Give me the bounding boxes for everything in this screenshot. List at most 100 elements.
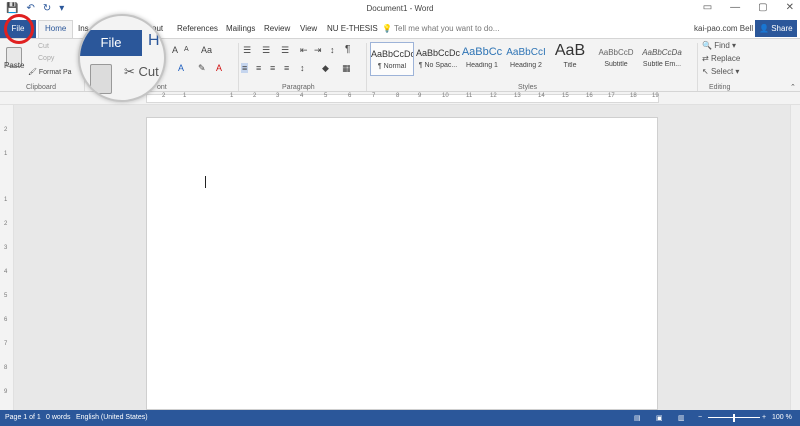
zoom-slider-handle[interactable] [733, 414, 735, 422]
ruler-number: 4 [4, 269, 8, 275]
clipboard-group-label: Clipboard [26, 84, 56, 91]
tell-me-box[interactable]: 💡 Tell me what you want to do... [382, 24, 499, 33]
style-name: ¶ Normal [377, 63, 407, 70]
ribbon-options-icon[interactable]: ▭ [703, 2, 712, 13]
ruler-number: 16 [586, 93, 593, 99]
select-button[interactable]: ↖ Select ▾ [702, 67, 739, 76]
highlight-icon[interactable]: ✎ [198, 63, 206, 74]
divider [238, 43, 239, 91]
style-heading-2[interactable]: AaBbCcI Heading 2 [504, 42, 548, 76]
shrink-font-button[interactable]: A [184, 46, 189, 53]
tab-view[interactable]: View [300, 24, 317, 33]
find-button[interactable]: 🔍 Find ▾ [702, 41, 736, 50]
style-subtitle[interactable]: AaBbCcD Subtitle [594, 42, 638, 76]
style-name: ¶ No Spac... [418, 62, 458, 69]
ruler-number: 8 [4, 365, 8, 371]
style-normal[interactable]: AaBbCcDc ¶ Normal [370, 42, 414, 76]
ruler-number: 14 [538, 93, 545, 99]
ruler-number: 6 [348, 93, 352, 99]
grow-font-button[interactable]: A [172, 45, 178, 55]
justify-icon[interactable]: ≡ [284, 63, 289, 73]
align-left-icon[interactable]: ≡ [241, 63, 249, 73]
print-layout-icon[interactable]: ▣ [656, 414, 663, 422]
style-heading-1[interactable]: AaBbCc Heading 1 [460, 42, 504, 76]
replace-button[interactable]: ⇄ Replace [702, 54, 740, 63]
maximize-icon[interactable]: ▢ [758, 2, 767, 13]
sort-icon[interactable]: ↕ [330, 45, 335, 55]
minimize-icon[interactable]: — [730, 2, 740, 13]
zoom-in-button[interactable]: + [762, 414, 766, 421]
align-center-icon[interactable]: ≡ [256, 63, 261, 73]
cursor-icon: ↖ [702, 67, 709, 76]
replace-icon: ⇄ [702, 54, 709, 63]
style-no-spacing[interactable]: AaBbCcDc ¶ No Spac... [416, 42, 460, 76]
word-count[interactable]: 0 words [46, 414, 71, 421]
account-name[interactable]: kai-pao.com Bell [694, 24, 753, 33]
language-status[interactable]: English (United States) [76, 414, 148, 421]
vertical-scrollbar[interactable] [790, 105, 800, 410]
ruler-number: 3 [4, 245, 8, 251]
ruler-track [146, 94, 659, 103]
magnified-cut-label: Cut [138, 64, 159, 79]
change-case-button[interactable]: Aa [201, 45, 212, 55]
style-subtle-emphasis[interactable]: AaBbCcDa Subtle Em... [638, 42, 686, 76]
window-title: Document1 - Word [366, 4, 434, 13]
document-page[interactable] [146, 117, 658, 410]
close-icon[interactable]: ✕ [786, 2, 794, 13]
tab-review[interactable]: Review [264, 24, 290, 33]
scissors-icon: ✂ [124, 64, 135, 79]
style-name: Heading 2 [510, 62, 542, 69]
ruler-number: 12 [490, 93, 497, 99]
shading-icon[interactable]: ◆ [322, 63, 329, 74]
share-button[interactable]: 👤 Share [755, 20, 797, 37]
ruler-number: 17 [608, 93, 615, 99]
ruler-number: 5 [324, 93, 328, 99]
borders-icon[interactable]: ▦ [342, 63, 351, 74]
numbering-icon[interactable]: ☰ [262, 45, 270, 56]
paste-button[interactable]: Paste [4, 61, 24, 70]
style-name: Title [563, 62, 577, 69]
ruler-number: 4 [300, 93, 304, 99]
tab-home[interactable]: Home [38, 20, 74, 39]
magnifier-callout: File H ✂ Cut [78, 14, 166, 102]
copy-button[interactable]: Copy [38, 55, 54, 62]
ruler-number: 19 [652, 93, 659, 99]
font-color-icon[interactable]: A [216, 63, 222, 73]
cut-button[interactable]: Cut [38, 43, 49, 50]
bullets-icon[interactable]: ☰ [243, 45, 251, 56]
zoom-out-button[interactable]: − [698, 414, 702, 421]
multilevel-list-icon[interactable]: ☰ [281, 45, 289, 56]
tab-references[interactable]: References [177, 24, 218, 33]
style-sample: AaB [554, 42, 586, 59]
web-layout-icon[interactable]: ▥ [678, 414, 685, 422]
vertical-ruler[interactable]: 2 1 1 2 3 4 5 6 7 8 9 [0, 105, 14, 410]
zoom-level[interactable]: 100 % [772, 414, 792, 421]
style-sample: AaBbCcDc [416, 48, 460, 58]
ruler-number: 18 [630, 93, 637, 99]
align-right-icon[interactable]: ≡ [270, 63, 275, 73]
style-sample: AaBbCcI [506, 47, 546, 58]
line-spacing-icon[interactable]: ↕ [300, 63, 305, 73]
tab-nu-e-thesis[interactable]: NU E-THESIS [327, 24, 378, 33]
ruler-number: 2 [4, 127, 8, 133]
ruler-number: 11 [466, 93, 473, 99]
increase-indent-icon[interactable]: ⇥ [314, 45, 322, 56]
read-mode-icon[interactable]: ▤ [634, 414, 641, 422]
style-title[interactable]: AaB Title [548, 42, 592, 76]
show-marks-icon[interactable]: ¶ [345, 44, 350, 55]
ruler-number: 5 [4, 293, 8, 299]
style-name: Heading 1 [466, 62, 498, 69]
highlight-circle [4, 14, 34, 44]
tab-mailings[interactable]: Mailings [226, 24, 255, 33]
format-painter-button[interactable]: 🖌 Format Pa [28, 68, 72, 76]
collapse-ribbon-icon[interactable]: ⌃ [790, 83, 796, 91]
magnified-paste-icon [90, 64, 112, 94]
font-group-label: ont [157, 84, 167, 91]
ruler-number: 1 [183, 93, 187, 99]
text-effects-icon[interactable]: A [178, 63, 184, 73]
ruler-number: 2 [162, 93, 166, 99]
page-count[interactable]: Page 1 of 1 [5, 414, 41, 421]
ruler-number: 8 [396, 93, 400, 99]
ruler-number: 1 [4, 151, 8, 157]
decrease-indent-icon[interactable]: ⇤ [300, 45, 308, 56]
